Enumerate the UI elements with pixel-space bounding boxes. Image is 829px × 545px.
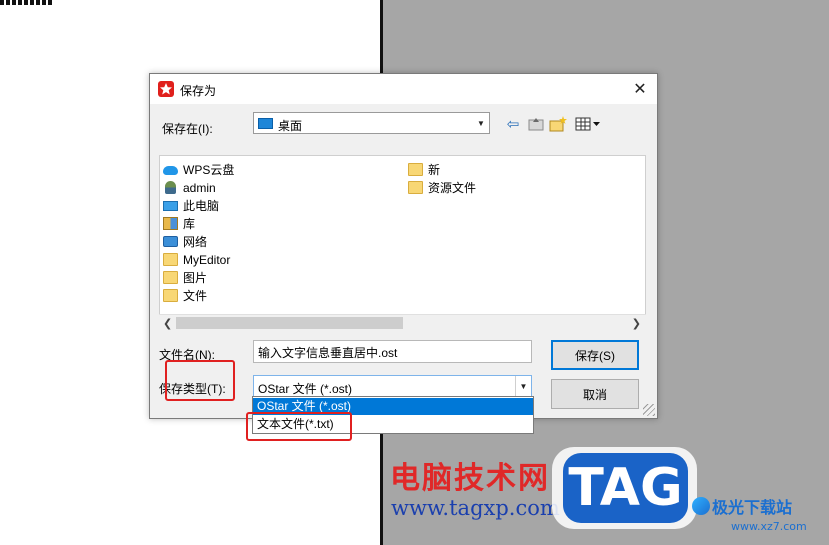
item-label: 网络: [183, 235, 208, 249]
chevron-down-icon[interactable]: ▼: [515, 376, 531, 396]
chevron-down-icon[interactable]: ▼: [473, 113, 489, 133]
list-item[interactable]: 图片: [163, 269, 207, 286]
up-folder-icon[interactable]: [527, 115, 545, 133]
back-arrow-icon[interactable]: ⇦: [504, 115, 522, 133]
filename-input[interactable]: 输入文字信息垂直居中.ost: [253, 340, 532, 363]
watermark-site-url: www.xz7.com: [731, 520, 807, 533]
list-item[interactable]: 网络: [163, 233, 207, 250]
list-item[interactable]: WPS云盘: [163, 161, 234, 178]
view-menu-icon[interactable]: [573, 115, 603, 133]
item-label: 文件: [183, 289, 208, 303]
list-item[interactable]: 文件: [163, 287, 207, 304]
horizontal-scrollbar[interactable]: ❮ ❯: [159, 314, 646, 332]
filetype-value: OStar 文件 (*.ost): [258, 382, 353, 396]
save-in-label: 保存在(I):: [162, 122, 213, 136]
list-item[interactable]: 库: [163, 215, 195, 232]
watermark-cn-text: 电脑技术网: [390, 461, 550, 496]
dialog-title: 保存为: [180, 84, 217, 98]
page-fragment-text: [0, 0, 54, 5]
item-label: MyEditor: [183, 252, 231, 267]
network-icon: [163, 236, 178, 247]
item-label: 库: [183, 217, 196, 231]
file-list[interactable]: WPS云盘 admin 此电脑 库 网络 MyEditor 图片 文件 新 资源…: [159, 155, 646, 332]
library-icon: [163, 217, 178, 230]
save-button[interactable]: 保存(S): [551, 340, 639, 370]
resize-grip-icon[interactable]: [643, 404, 655, 416]
computer-icon: [163, 200, 178, 211]
item-label: 新: [428, 163, 441, 177]
list-item[interactable]: MyEditor: [163, 251, 230, 268]
list-item[interactable]: 此电脑: [163, 197, 219, 214]
cancel-button[interactable]: 取消: [551, 379, 639, 409]
chevron-left-icon[interactable]: ❮: [163, 317, 172, 330]
folder-icon: [163, 271, 178, 284]
user-icon: [165, 181, 176, 194]
title-bar[interactable]: 保存为 ✕: [150, 74, 657, 104]
chevron-right-icon[interactable]: ❯: [632, 317, 641, 330]
watermark-site-name: 极光下载站: [712, 498, 793, 517]
desktop-icon: [258, 118, 273, 129]
highlight-box-txt-option: [246, 412, 352, 441]
save-location-select[interactable]: 桌面 ▼: [253, 112, 490, 134]
watermark-url: www.tagxp.com: [391, 496, 560, 520]
location-value: 桌面: [278, 119, 303, 133]
item-label: 此电脑: [183, 199, 220, 213]
cloud-icon: [163, 166, 178, 175]
folder-icon: [408, 181, 423, 194]
list-item[interactable]: 新: [408, 161, 440, 178]
aurora-logo-icon: [692, 497, 710, 515]
app-star-icon: [158, 81, 174, 97]
item-label: admin: [183, 180, 216, 195]
list-item[interactable]: 资源文件: [408, 179, 476, 196]
new-folder-icon[interactable]: [549, 115, 567, 133]
folder-icon: [408, 163, 423, 176]
item-label: WPS云盘: [183, 163, 235, 177]
close-icon: ✕: [633, 81, 647, 98]
list-item[interactable]: admin: [163, 179, 216, 196]
item-label: 资源文件: [428, 181, 477, 195]
item-label: 图片: [183, 271, 208, 285]
folder-icon: [163, 289, 178, 302]
filetype-select[interactable]: OStar 文件 (*.ost) ▼: [253, 375, 532, 397]
close-button[interactable]: ✕: [628, 78, 652, 100]
folder-icon: [163, 253, 178, 266]
scrollbar-thumb[interactable]: [176, 317, 403, 329]
highlight-box-type-label: [165, 360, 235, 401]
watermark-tag-logo: TAG: [563, 453, 688, 523]
